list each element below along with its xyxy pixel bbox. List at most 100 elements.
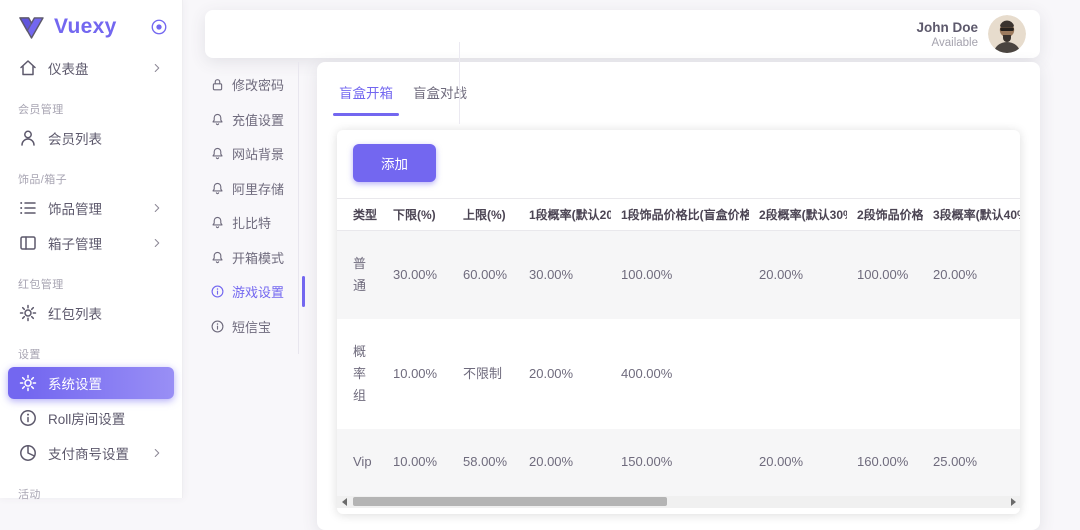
table-cell: 58.00% — [453, 429, 519, 495]
table-cell: 60.00% — [453, 231, 519, 320]
table-cell: 20.00% — [749, 231, 847, 320]
settings-item-label: 修改密码 — [232, 75, 284, 94]
sidebar-item-箱子管理[interactable]: 箱子管理 — [8, 227, 174, 259]
table-cell: 150.00% — [611, 429, 749, 495]
sidebar-item-仪表盘[interactable]: 仪表盘 — [8, 52, 174, 84]
horizontal-scrollbar[interactable] — [337, 496, 1020, 508]
table-header-row: 类型下限(%)上限(%)1段概率(默认20%)1段饰品价格比(盲盒价格*比例)2… — [337, 199, 1020, 231]
user-name: John Doe — [916, 20, 978, 35]
settings-item-扎比特[interactable]: 扎比特 — [210, 212, 298, 233]
column-header: 1段概率(默认20%) — [519, 199, 611, 231]
table-cell: 概率组 — [337, 319, 383, 429]
table-cell: 30.00% — [519, 231, 611, 320]
table-cell: 100.00% — [611, 231, 749, 320]
add-button[interactable]: 添加 — [353, 144, 436, 182]
sidebar-item-支付商号设置[interactable]: 支付商号设置 — [8, 437, 174, 469]
list-icon — [18, 198, 38, 218]
table-cell — [749, 319, 847, 429]
main-area: John Doe Available 修改密码充值设置网站背景阿里存储扎比特开箱… — [183, 0, 1080, 498]
tab-bar: 盲盒开箱盲盒对战 — [317, 62, 1040, 116]
sidebar-item-label: 系统设置 — [48, 373, 102, 393]
pie-icon — [18, 443, 38, 463]
vuexy-logo-icon — [18, 16, 45, 39]
scroll-left-arrow-icon[interactable] — [337, 496, 351, 508]
settings-item-label: 扎比特 — [232, 213, 271, 232]
brand-row: Vuexy — [0, 0, 182, 49]
sidebar-item-Roll房间设置[interactable]: Roll房间设置 — [8, 402, 174, 434]
sidebar-item-系统设置[interactable]: 系统设置 — [8, 367, 174, 399]
sidebar-item-label: Roll房间设置 — [48, 408, 125, 428]
bell-icon — [210, 181, 225, 196]
column-header: 上限(%) — [453, 199, 519, 231]
table-cell: 不限制 — [453, 319, 519, 429]
scrollbar-thumb[interactable] — [353, 497, 667, 506]
bell-icon — [210, 250, 225, 265]
settings-item-修改密码[interactable]: 修改密码 — [210, 74, 298, 95]
sidebar-item-会员列表[interactable]: 会员列表 — [8, 122, 174, 154]
table-cell: 100.00% — [847, 231, 923, 320]
table-cell: 20.00% — [749, 429, 847, 495]
user-status: Available — [916, 37, 978, 49]
avatar[interactable] — [988, 15, 1026, 53]
settings-item-充值设置[interactable]: 充值设置 — [210, 109, 298, 130]
settings-item-短信宝[interactable]: 短信宝 — [210, 316, 298, 337]
settings-item-label: 网站背景 — [232, 144, 284, 163]
sidebar-item-label: 箱子管理 — [48, 233, 102, 253]
sidebar-pin-toggle-icon[interactable] — [150, 18, 168, 36]
sidebar-nav: 仪表盘会员管理会员列表饰品/箱子饰品管理箱子管理红包管理红包列表设置系统设置Ro… — [0, 52, 182, 502]
scroll-right-arrow-icon[interactable] — [1006, 496, 1020, 508]
tab-盲盒开箱[interactable]: 盲盒开箱 — [337, 82, 395, 116]
settings-item-开箱模式[interactable]: 开箱模式 — [210, 247, 298, 268]
table-cell: 160.00% — [847, 429, 923, 495]
settings-item-阿里存储[interactable]: 阿里存储 — [210, 178, 298, 199]
sidebar-item-label: 会员列表 — [48, 128, 102, 148]
table-body: 普通30.00%60.00%30.00%100.00%20.00%100.00%… — [337, 231, 1020, 496]
bell-icon — [210, 215, 225, 230]
chevron-right-icon — [150, 61, 164, 75]
info-icon — [210, 284, 225, 299]
settings-item-label: 开箱模式 — [232, 248, 284, 267]
user-icon — [18, 128, 38, 148]
column-header: 2段饰品价格比 — [847, 199, 923, 231]
table-row: Vip10.00%58.00%20.00%150.00%20.00%160.00… — [337, 429, 1020, 495]
sidebar-item-饰品管理[interactable]: 饰品管理 — [8, 192, 174, 224]
rates-table: 类型下限(%)上限(%)1段概率(默认20%)1段饰品价格比(盲盒价格*比例)2… — [337, 198, 1020, 496]
settings-item-label: 充值设置 — [232, 110, 284, 129]
chevron-right-icon — [150, 201, 164, 215]
table-cell: 30.00% — [383, 231, 453, 320]
table-row: 概率组10.00%不限制20.00%400.00% — [337, 319, 1020, 429]
chevron-right-icon — [150, 236, 164, 250]
bell-icon — [210, 146, 225, 161]
sidebar-item-label: 仪表盘 — [48, 58, 89, 78]
table-cell: 25.00% — [923, 429, 1020, 495]
settings-item-label: 游戏设置 — [232, 282, 284, 301]
user-text: John Doe Available — [916, 20, 978, 49]
table-cell: Vip — [337, 429, 383, 495]
gear-icon — [18, 373, 38, 393]
table-cell: 20.00% — [923, 231, 1020, 320]
chevron-right-icon — [150, 446, 164, 460]
sidebar-item-label: 支付商号设置 — [48, 443, 129, 463]
settings-item-label: 短信宝 — [232, 317, 271, 336]
sidebar-item-label: 饰品管理 — [48, 198, 102, 218]
table-cell: 400.00% — [611, 319, 749, 429]
settings-item-网站背景[interactable]: 网站背景 — [210, 143, 298, 164]
sidebar-item-红包列表[interactable]: 红包列表 — [8, 297, 174, 329]
settings-menu: 修改密码充值设置网站背景阿里存储扎比特开箱模式游戏设置短信宝 — [205, 62, 299, 354]
table-card: 添加 类型下限(%)上限(%)1段概率(默认20%)1段饰品价格比(盲盒价格*比… — [337, 130, 1020, 514]
info-icon — [18, 408, 38, 428]
gear-icon — [18, 303, 38, 323]
settings-item-游戏设置[interactable]: 游戏设置 — [210, 281, 298, 302]
table-cell: 20.00% — [519, 319, 611, 429]
tab-盲盒对战[interactable]: 盲盒对战 — [411, 82, 469, 116]
sidebar-item-label: 红包列表 — [48, 303, 102, 323]
table-cell — [923, 319, 1020, 429]
column-header: 类型 — [337, 199, 383, 231]
content-card: 盲盒开箱盲盒对战 添加 类型下限(%)上限(%)1段概率(默认20%)1段饰品价… — [317, 62, 1040, 530]
toolbar: 添加 — [337, 144, 1020, 198]
box-icon — [18, 233, 38, 253]
sidebar-section-header: 红包管理 — [18, 276, 182, 292]
table-cell — [847, 319, 923, 429]
column-header: 2段概率(默认30%) — [749, 199, 847, 231]
user-menu[interactable]: John Doe Available — [916, 15, 1026, 53]
